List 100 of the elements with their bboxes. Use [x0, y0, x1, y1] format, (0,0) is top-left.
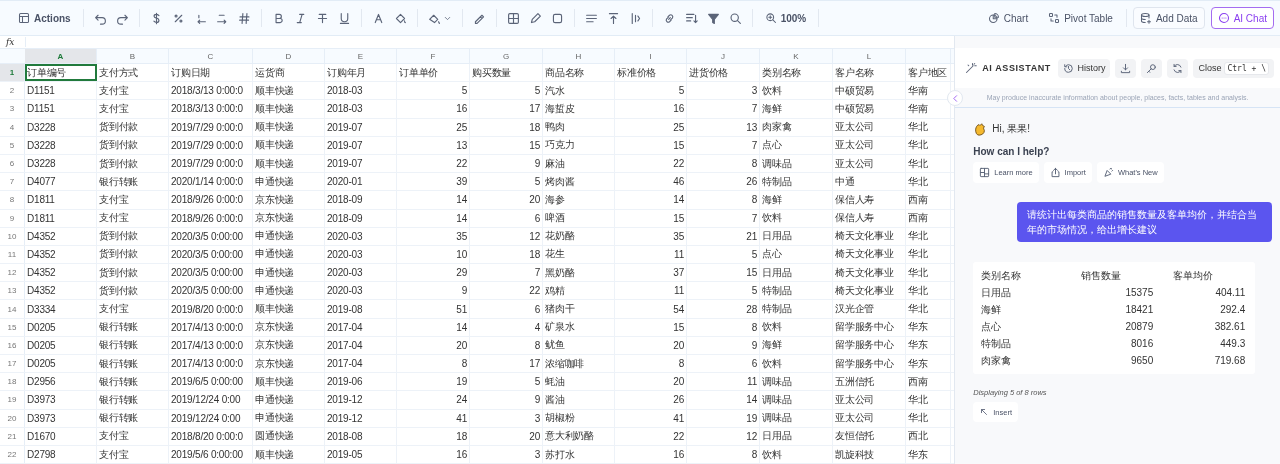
- vertical-align-icon[interactable]: [606, 11, 620, 25]
- table-cell: 17: [470, 100, 543, 118]
- column-header[interactable]: L: [833, 49, 906, 63]
- table-cell: 14: [687, 391, 760, 409]
- row-number[interactable]: 15: [0, 318, 25, 336]
- row-number[interactable]: 4: [0, 118, 25, 136]
- table-cell: 2019-07: [325, 136, 397, 154]
- table-cell: D4352: [25, 245, 97, 264]
- strikethrough-icon[interactable]: [315, 11, 329, 25]
- key-button[interactable]: [1141, 58, 1163, 78]
- row-number[interactable]: 6: [0, 154, 25, 173]
- column-header[interactable]: I: [615, 49, 687, 63]
- table-cell: 6: [687, 355, 760, 373]
- row-number[interactable]: 16: [0, 336, 25, 354]
- fill-bucket-icon[interactable]: [393, 11, 407, 25]
- table-cell: 烤肉酱: [543, 173, 615, 191]
- zoom-button[interactable]: 100%: [762, 10, 809, 26]
- column-header[interactable]: A: [25, 49, 97, 63]
- row-number[interactable]: 17: [0, 355, 25, 373]
- row-number[interactable]: 5: [0, 136, 25, 154]
- table-cell: 25: [397, 118, 470, 136]
- row-number[interactable]: 21: [0, 427, 25, 445]
- row-number[interactable]: 14: [0, 300, 25, 318]
- row-number[interactable]: 8: [0, 191, 25, 209]
- table-cell: D3973: [25, 409, 97, 427]
- hash-icon[interactable]: [237, 11, 251, 25]
- column-header[interactable]: B: [97, 49, 169, 63]
- table-cell: D3228: [25, 136, 97, 154]
- table-cell: 点心: [760, 136, 833, 154]
- close-button[interactable]: Close Ctrl + \: [1193, 58, 1274, 78]
- sort-icon[interactable]: [684, 11, 698, 25]
- column-header[interactable]: E: [325, 49, 397, 63]
- pen-icon[interactable]: [528, 11, 542, 25]
- help-heading: How can I help?: [973, 146, 1051, 157]
- underline-icon[interactable]: [337, 11, 351, 25]
- column-header[interactable]: F: [397, 49, 470, 63]
- table-cell: 货到付款: [97, 136, 169, 154]
- pivot-table-button[interactable]: Pivot Table: [1041, 7, 1120, 29]
- row-number[interactable]: 12: [0, 264, 25, 282]
- row-number[interactable]: 20: [0, 409, 25, 427]
- column-header[interactable]: H: [543, 49, 615, 63]
- column-header[interactable]: C: [169, 49, 253, 63]
- table-cell: 2019-12: [325, 409, 397, 427]
- table-cell: 银行转账: [97, 318, 169, 336]
- row-number[interactable]: 3: [0, 100, 25, 118]
- table-cell: 亚太公司: [833, 118, 906, 136]
- result-cell-text: 719.68: [1213, 354, 1246, 368]
- table-cell: D4352: [25, 282, 97, 300]
- border-icon[interactable]: [550, 11, 564, 25]
- table-cell: 2018-09: [325, 191, 397, 209]
- table-cell: 12: [687, 427, 760, 445]
- table-cell: 申通快递: [253, 264, 325, 282]
- ai-chat-button[interactable]: AI Chat: [1210, 7, 1274, 29]
- table-cell: 2019-06: [325, 373, 397, 391]
- table-cell: 11: [687, 373, 760, 391]
- table-cell: D1151: [25, 100, 97, 118]
- history-button[interactable]: History: [1058, 58, 1111, 78]
- row-number[interactable]: 18: [0, 373, 25, 391]
- row-number[interactable]: 13: [0, 282, 25, 300]
- refresh-button[interactable]: [1167, 58, 1189, 78]
- table-cell: 2017/4/13 0:00:0: [169, 355, 253, 373]
- download-button[interactable]: [1115, 58, 1137, 78]
- row-number[interactable]: 11: [0, 245, 25, 264]
- table-cell: 顺丰快递: [253, 118, 325, 136]
- collapse-handle[interactable]: [947, 90, 964, 106]
- result-cell-text: 18421: [1124, 303, 1154, 317]
- row-number[interactable]: 9: [0, 209, 25, 227]
- table-cell: 2020/3/5 0:00:00: [169, 282, 253, 300]
- table-cell: 华北: [906, 391, 951, 409]
- table-cell: D1151: [25, 82, 97, 100]
- actions-button[interactable]: Actions: [16, 10, 73, 26]
- column-header[interactable]: K: [760, 49, 833, 63]
- table-cell: 亚太公司: [833, 391, 906, 409]
- table-cell: 支付宝: [97, 427, 169, 445]
- grid-icon[interactable]: [506, 11, 520, 25]
- row-number[interactable]: 7: [0, 173, 25, 191]
- search-icon[interactable]: [728, 11, 742, 25]
- chart-button[interactable]: Chart: [980, 7, 1036, 29]
- row-number[interactable]: 19: [0, 391, 25, 409]
- column-header[interactable]: J: [687, 49, 760, 63]
- table-cell: 9: [687, 336, 760, 354]
- row-number[interactable]: 10: [0, 227, 25, 245]
- table-cell: 海鲜: [760, 100, 833, 118]
- table-cell: D3228: [25, 154, 97, 173]
- table-cell: 46: [615, 173, 687, 191]
- column-header[interactable]: D: [253, 49, 325, 63]
- add-data-button[interactable]: Add Data: [1132, 7, 1205, 29]
- row-number[interactable]: 22: [0, 445, 25, 464]
- row-number[interactable]: 2: [0, 82, 25, 100]
- table-cell: 16: [397, 100, 470, 118]
- table-cell: 华北: [906, 282, 951, 300]
- table-cell: 28: [687, 300, 760, 318]
- table-cell: D4352: [25, 264, 97, 282]
- table-cell: 22: [615, 154, 687, 173]
- table-cell: 20: [615, 336, 687, 354]
- filter-icon[interactable]: [706, 11, 720, 25]
- row-number[interactable]: 1: [0, 64, 25, 82]
- table-cell: 保信人寿: [833, 191, 906, 209]
- table-cell: 日用品: [760, 227, 833, 245]
- column-header[interactable]: G: [470, 49, 543, 63]
